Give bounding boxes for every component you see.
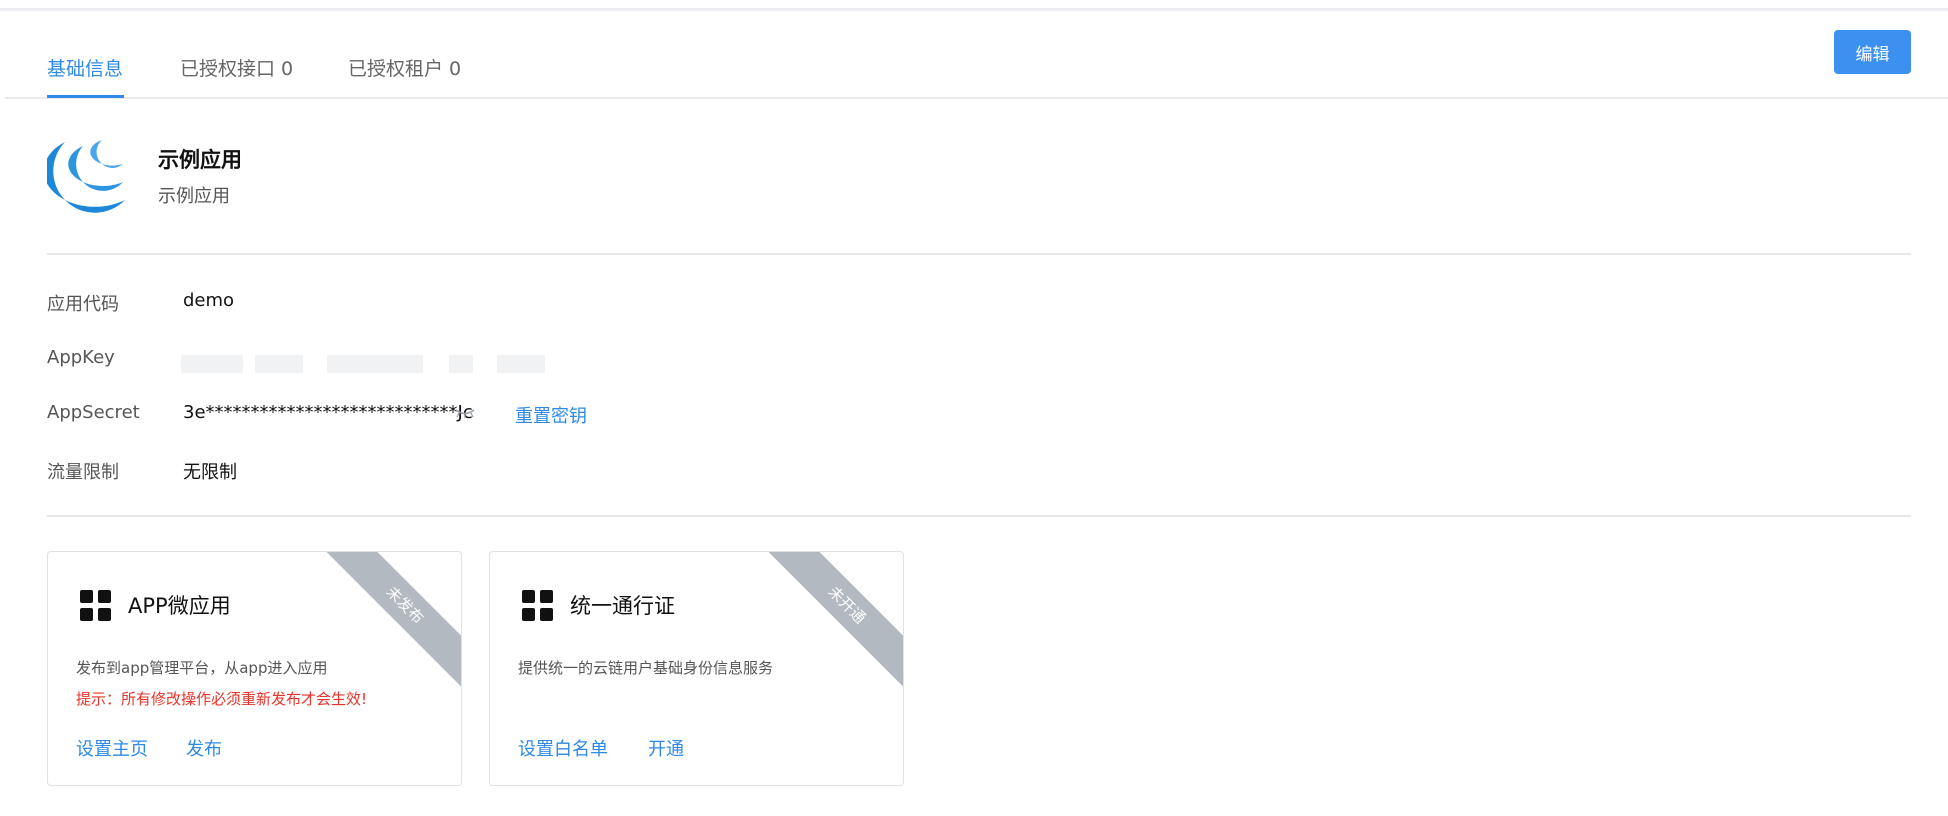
card-title: APP微应用 — [128, 594, 231, 618]
card-warning: 提示：所有修改操作必须重新发布才会生效! — [76, 690, 368, 708]
app-micro-app-card: APP微应用 未发布 发布到app管理平台，从app进入应用 提示：所有修改操作… — [47, 551, 462, 786]
unified-passport-card: 统一通行证 未开通 提供统一的云链用户基础身份信息服务 设置白名单 开通 — [489, 551, 904, 786]
active-tab-indicator — [47, 95, 124, 98]
publish-link[interactable]: 发布 — [186, 735, 222, 761]
appsecret-value: 3e****************************Jc — [183, 402, 473, 423]
card-title: 统一通行证 — [570, 594, 675, 618]
set-whitelist-link[interactable]: 设置白名单 — [518, 735, 608, 761]
app-logo-icon — [47, 140, 125, 213]
flow-limit-value: 无限制 — [183, 462, 237, 483]
tab-bar: 基础信息 已授权接口 0 已授权租户 0 — [5, 44, 1948, 99]
set-homepage-link[interactable]: 设置主页 — [76, 735, 148, 761]
tab-basic-info[interactable]: 基础信息 — [47, 54, 123, 81]
appsecret-label: AppSecret — [47, 402, 140, 423]
reset-secret-link[interactable]: 重置密钥 — [515, 402, 587, 428]
tab-authorized-apis[interactable]: 已授权接口 0 — [180, 54, 293, 81]
app-description: 示例应用 — [158, 186, 230, 207]
appkey-label: AppKey — [47, 347, 115, 368]
card-description: 提供统一的云链用户基础身份信息服务 — [518, 659, 774, 677]
edit-button[interactable]: 编辑 — [1834, 30, 1911, 74]
divider — [47, 253, 1911, 255]
tab-authorized-tenants[interactable]: 已授权租户 0 — [348, 54, 461, 81]
top-border — [0, 8, 1948, 11]
app-code-label: 应用代码 — [47, 294, 119, 315]
status-ribbon: 未开通 — [760, 552, 903, 692]
grid-icon — [80, 590, 111, 621]
status-ribbon: 未发布 — [318, 552, 461, 692]
flow-limit-label: 流量限制 — [47, 462, 119, 483]
grid-icon — [522, 590, 553, 621]
app-code-value: demo — [183, 290, 235, 311]
eye-closed-icon[interactable] — [454, 406, 476, 420]
app-name: 示例应用 — [158, 148, 242, 172]
enable-link[interactable]: 开通 — [648, 735, 684, 761]
card-description: 发布到app管理平台，从app进入应用 — [76, 659, 328, 677]
divider — [47, 515, 1911, 517]
